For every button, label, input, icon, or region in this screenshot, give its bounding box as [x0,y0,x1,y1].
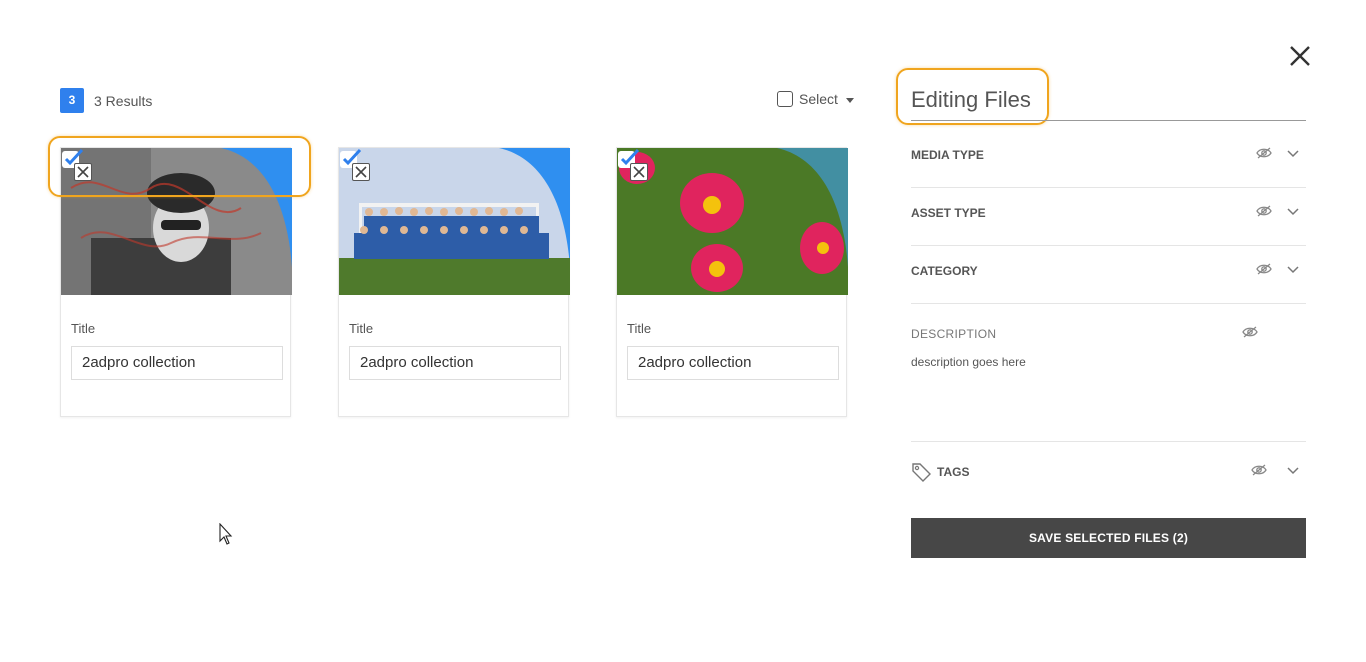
close-icon[interactable] [1289,45,1311,67]
highlight-annotation [896,68,1049,125]
title-label: Title [627,321,652,336]
select-all-checkbox[interactable] [777,91,793,107]
save-selected-files-button[interactable]: SAVE SELECTED FILES (2) [911,518,1306,558]
team-photo [339,148,570,295]
description-label: DESCRIPTION [911,327,997,341]
remove-file-button-2[interactable] [352,163,370,181]
file-thumbnail-2[interactable] [339,148,570,295]
file-thumbnail-3[interactable] [617,148,848,295]
flowers-photo [617,148,848,295]
results-count-badge: 3 [60,88,84,113]
close-icon [355,166,367,178]
chevron-down-icon[interactable] [1287,467,1299,475]
title-label: Title [349,321,374,336]
title-input-3[interactable]: 2adpro collection [627,346,839,380]
asset-type-label[interactable]: ASSET TYPE [911,206,986,220]
file-card-3[interactable]: Title 2adpro collection [616,147,848,417]
media-type-label[interactable]: MEDIA TYPE [911,148,984,162]
row-divider [911,441,1306,442]
row-divider [911,187,1306,188]
row-divider [911,303,1306,304]
eye-icon[interactable] [1256,205,1272,217]
title-divider [911,120,1306,121]
file-card-2[interactable]: Title 2adpro collection [338,147,570,417]
eye-icon[interactable] [1256,147,1272,159]
title-input-1[interactable]: 2adpro collection [71,346,283,380]
results-label: 3 Results [94,93,153,109]
chevron-down-icon[interactable] [1287,266,1299,274]
highlight-annotation [48,136,311,197]
chevron-down-icon[interactable] [1287,208,1299,216]
cursor-icon [219,523,233,545]
caret-down-icon[interactable] [846,98,854,103]
eye-icon[interactable] [1256,263,1272,275]
close-icon [633,166,645,178]
select-dropdown-label[interactable]: Select [799,91,838,107]
tag-icon [912,463,931,482]
tags-label[interactable]: TAGS [937,465,969,479]
title-input-2[interactable]: 2adpro collection [349,346,561,380]
category-label[interactable]: CATEGORY [911,264,978,278]
title-label: Title [71,321,96,336]
remove-file-button-3[interactable] [630,163,648,181]
description-textarea[interactable]: description goes here [911,355,1026,369]
row-divider [911,245,1306,246]
eye-icon[interactable] [1251,464,1267,476]
eye-icon[interactable] [1242,326,1258,338]
chevron-down-icon[interactable] [1287,150,1299,158]
